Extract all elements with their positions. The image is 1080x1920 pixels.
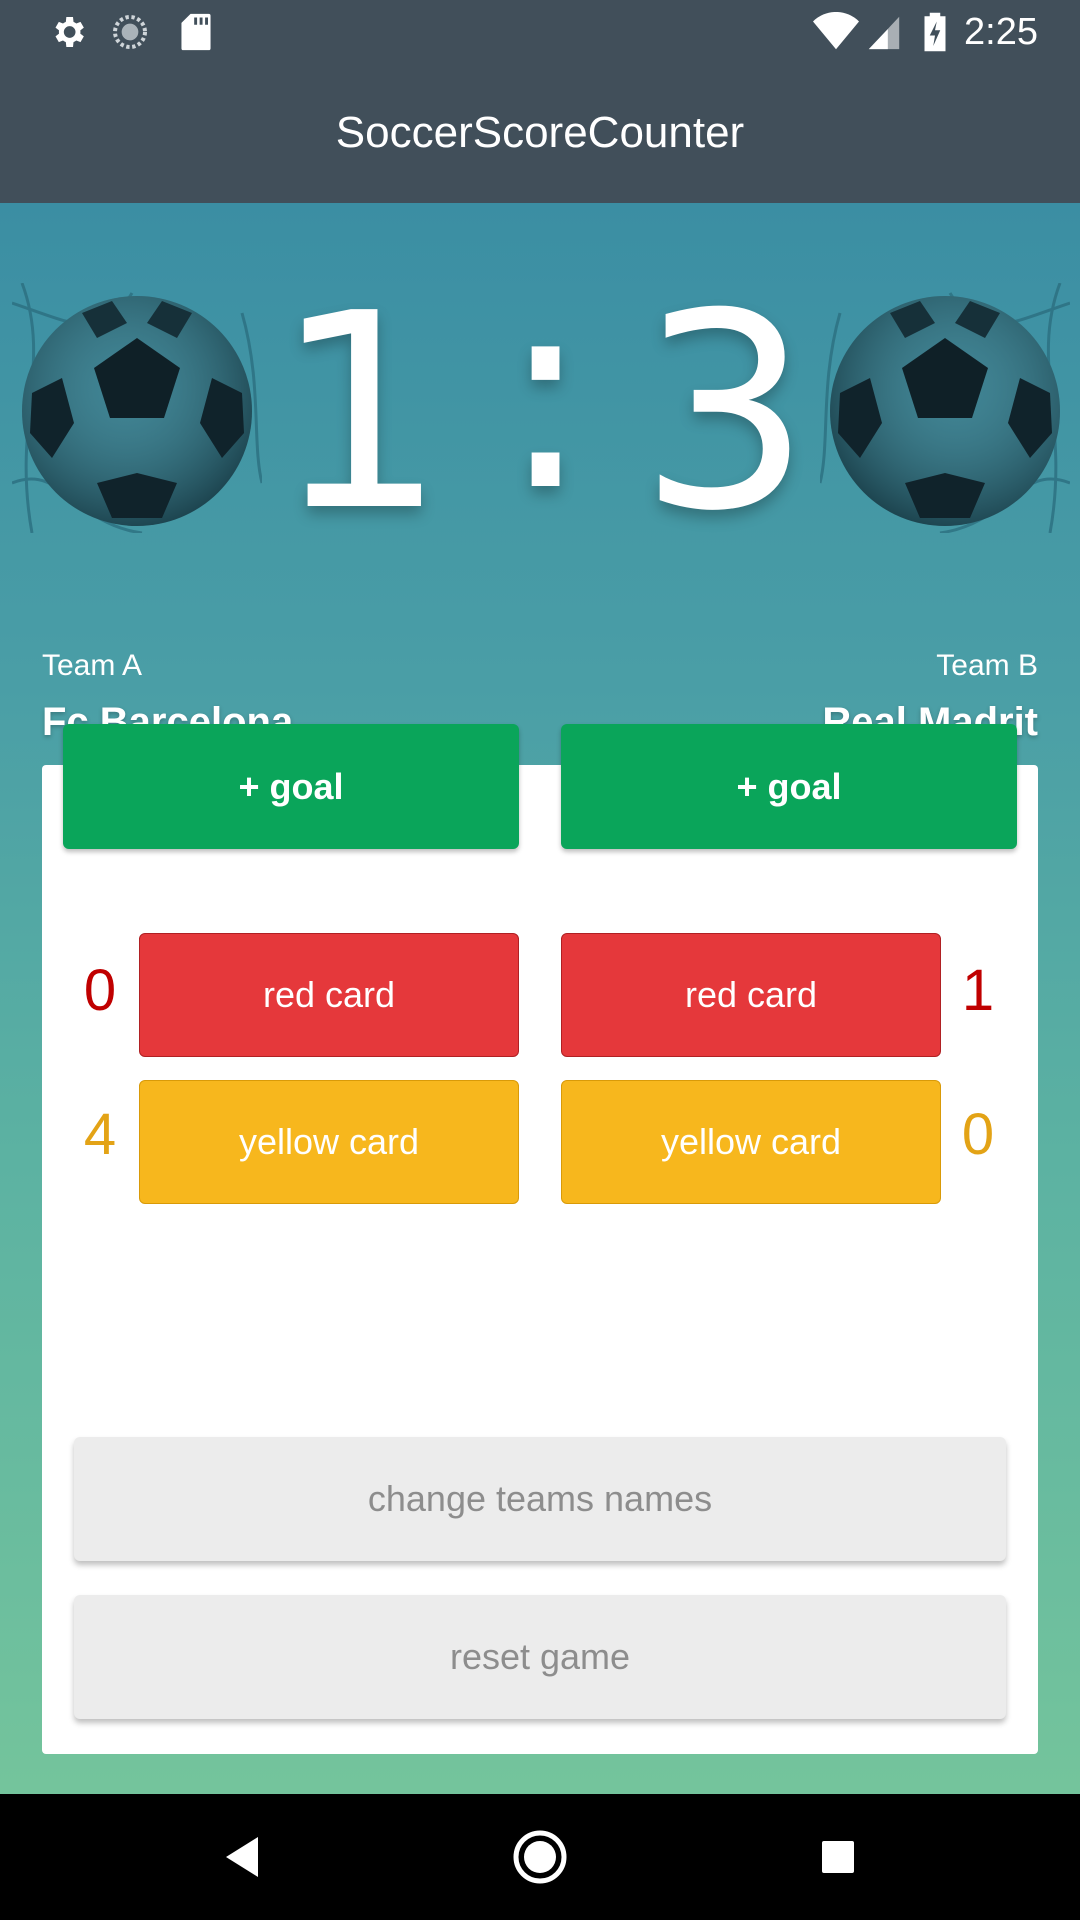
team-a-yellow-card-button[interactable]: yellow card [139,1080,519,1204]
sd-card-icon [176,10,216,54]
team-a-red-card-button[interactable]: red card [139,933,519,1057]
settings-icon [46,10,90,54]
team-a-score: 1 [274,255,446,570]
reset-game-button[interactable]: reset game [74,1595,1006,1719]
score-separator: : [500,235,591,550]
home-icon[interactable] [505,1822,575,1892]
team-b-yellow-card-button[interactable]: yellow card [561,1080,941,1204]
sync-icon [108,10,152,54]
team-b-yellow-card-count: 0 [961,1102,995,1167]
soccer-ball-left-icon [12,283,262,533]
battery-charging-icon [918,10,952,54]
status-time: 2:25 [964,11,1038,53]
back-icon[interactable] [207,1822,277,1892]
team-a-goal-button[interactable]: + goal [63,724,519,849]
team-a-red-card-count: 0 [83,958,117,1023]
status-bar: 2:25 [0,0,1080,63]
change-team-names-button[interactable]: change teams names [74,1437,1006,1561]
wifi-icon [812,10,860,54]
team-b-goal-button[interactable]: + goal [561,724,1017,849]
team-b-label: Team B [936,649,1038,682]
app-bar: SoccerScoreCounter [0,63,1080,203]
recents-icon[interactable] [803,1822,873,1892]
team-a-label: Team A [42,649,143,682]
team-a-yellow-card-count: 4 [83,1102,117,1167]
team-b-red-card-button[interactable]: red card [561,933,941,1057]
soccer-ball-right-icon [820,283,1070,533]
team-b-score: 3 [639,255,811,570]
signal-icon [864,10,904,54]
navigation-bar [0,1794,1080,1920]
app-title: SoccerScoreCounter [335,108,745,157]
team-b-red-card-count: 1 [961,958,995,1023]
